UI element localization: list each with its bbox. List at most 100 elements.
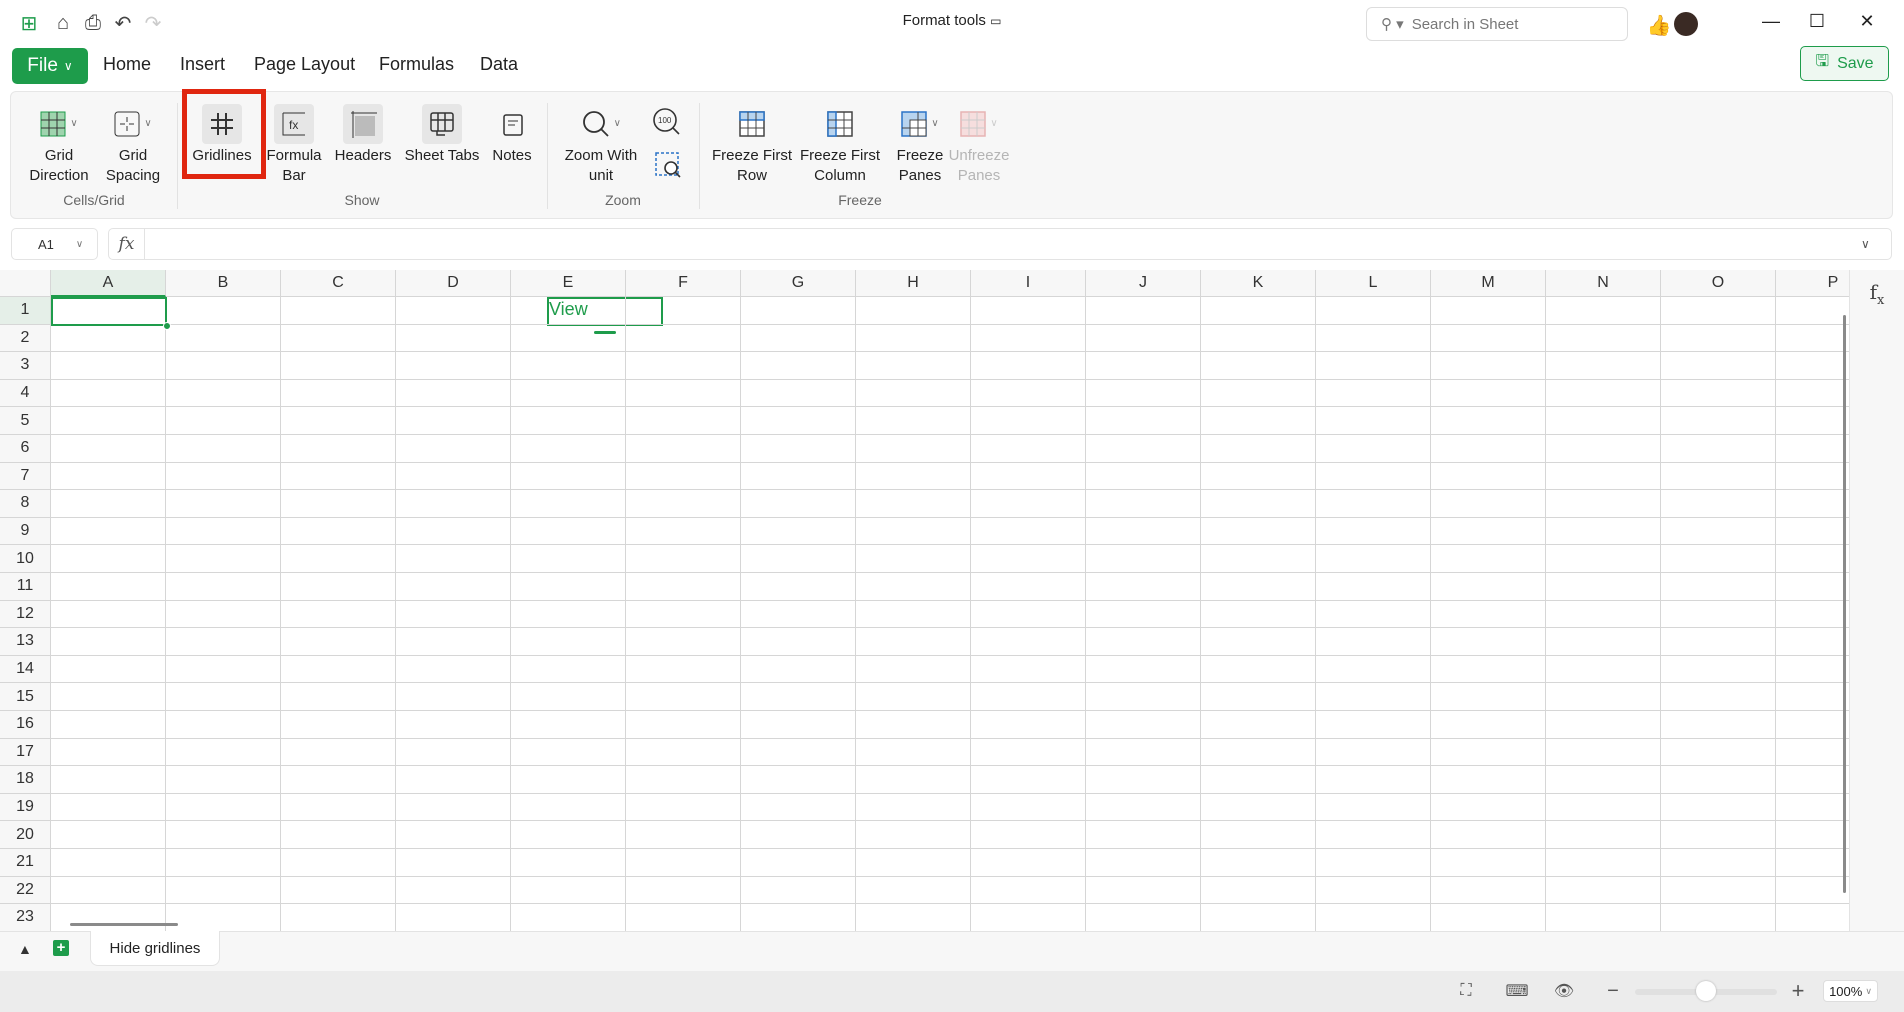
cell-M8[interactable] (1431, 490, 1546, 518)
cell-H7[interactable] (856, 462, 971, 491)
cell-F20[interactable] (626, 821, 741, 849)
row-header-12[interactable]: 12 (0, 600, 51, 629)
cell-O15[interactable] (1661, 683, 1776, 711)
cell-F6[interactable] (626, 435, 741, 463)
cell-D3[interactable] (396, 352, 511, 380)
cell-O8[interactable] (1661, 490, 1776, 518)
vertical-scrollbar[interactable] (1843, 315, 1846, 893)
cell-J20[interactable] (1086, 821, 1201, 849)
row-header-6[interactable]: 6 (0, 435, 51, 463)
fit-screen-icon[interactable]: ⛶ (1453, 978, 1479, 1004)
cell-B22[interactable] (166, 876, 281, 905)
cell-O13[interactable] (1661, 628, 1776, 656)
cell-C11[interactable] (281, 573, 396, 601)
cell-A9[interactable] (51, 517, 166, 546)
row-header-17[interactable]: 17 (0, 738, 51, 767)
cell-F19[interactable] (626, 793, 741, 822)
cell-I13[interactable] (971, 628, 1086, 656)
cell-K1[interactable] (1201, 297, 1316, 325)
cell-E19[interactable] (511, 793, 626, 822)
cell-F13[interactable] (626, 628, 741, 656)
cell-I10[interactable] (971, 545, 1086, 573)
column-header-E[interactable]: E (511, 270, 626, 297)
cell-N23[interactable] (1546, 904, 1661, 931)
cell-H4[interactable] (856, 379, 971, 408)
cell-A3[interactable] (51, 352, 166, 380)
cell-D6[interactable] (396, 435, 511, 463)
cell-E14[interactable] (511, 655, 626, 684)
column-header-B[interactable]: B (166, 270, 281, 297)
tab-home[interactable]: Home (103, 54, 151, 75)
cell-K17[interactable] (1201, 738, 1316, 767)
cell-K10[interactable] (1201, 545, 1316, 573)
spreadsheet-grid[interactable]: A B C D E F G H I J K L M N O P 1 2 3 4 5 6 7 8 9 10 11 12 13 14 15 16 1… (0, 270, 1849, 931)
cell-O21[interactable] (1661, 849, 1776, 877)
cell-J5[interactable] (1086, 407, 1201, 435)
feedback-icon[interactable]: 👍 (1646, 12, 1672, 38)
cell-E21[interactable] (511, 849, 626, 877)
search-input[interactable]: ⚲ ▾ Search in Sheet (1366, 7, 1628, 41)
cell-J23[interactable] (1086, 904, 1201, 931)
cell-K22[interactable] (1201, 876, 1316, 905)
cell-J18[interactable] (1086, 766, 1201, 794)
cell-B8[interactable] (166, 490, 281, 518)
cell-H1[interactable] (856, 297, 971, 325)
cell-A13[interactable] (51, 628, 166, 656)
cell-H9[interactable] (856, 517, 971, 546)
cell-N16[interactable] (1546, 711, 1661, 739)
cell-I22[interactable] (971, 876, 1086, 905)
cell-K21[interactable] (1201, 849, 1316, 877)
cell-P23[interactable] (1776, 904, 1849, 931)
column-header-A[interactable]: A (51, 270, 166, 297)
cell-H21[interactable] (856, 849, 971, 877)
cell-E17[interactable] (511, 738, 626, 767)
cell-N12[interactable] (1546, 600, 1661, 629)
cell-A11[interactable] (51, 573, 166, 601)
cell-F10[interactable] (626, 545, 741, 573)
column-header-L[interactable]: L (1316, 270, 1431, 297)
cell-H13[interactable] (856, 628, 971, 656)
cell-H10[interactable] (856, 545, 971, 573)
cell-P21[interactable] (1776, 849, 1849, 877)
cell-A21[interactable] (51, 849, 166, 877)
cell-M10[interactable] (1431, 545, 1546, 573)
row-header-10[interactable]: 10 (0, 545, 51, 573)
cell-A4[interactable] (51, 379, 166, 408)
cell-G15[interactable] (741, 683, 856, 711)
cell-O5[interactable] (1661, 407, 1776, 435)
freeze-first-row-button[interactable]: Freeze First Row (711, 104, 793, 186)
cell-P14[interactable] (1776, 656, 1849, 684)
cell-F2[interactable] (626, 324, 741, 353)
row-header-5[interactable]: 5 (0, 407, 51, 435)
zoom-slider-knob[interactable] (1696, 981, 1716, 1001)
cell-L11[interactable] (1316, 573, 1431, 601)
cell-I16[interactable] (971, 711, 1086, 739)
cell-N21[interactable] (1546, 849, 1661, 877)
tab-formulas[interactable]: Formulas (379, 54, 454, 75)
cell-L8[interactable] (1316, 490, 1431, 518)
cell-C2[interactable] (281, 324, 396, 353)
cell-F12[interactable] (626, 600, 741, 629)
cell-P17[interactable] (1776, 739, 1849, 767)
horizontal-scrollbar[interactable] (70, 923, 178, 926)
row-header-22[interactable]: 22 (0, 876, 51, 905)
cell-M15[interactable] (1431, 683, 1546, 711)
cell-N6[interactable] (1546, 435, 1661, 463)
cell-M14[interactable] (1431, 655, 1546, 684)
zoom-with-unit-button[interactable]: ∨ Zoom With unit (559, 104, 643, 186)
cell-K4[interactable] (1201, 379, 1316, 408)
sheet-list-up-icon[interactable]: ▲ (18, 941, 32, 957)
cell-D7[interactable] (396, 462, 511, 491)
cell-L6[interactable] (1316, 435, 1431, 463)
cell-D21[interactable] (396, 849, 511, 877)
zoom-100-button[interactable]: 100 (652, 107, 682, 142)
cell-C22[interactable] (281, 876, 396, 905)
cell-G2[interactable] (741, 324, 856, 353)
cell-E10[interactable] (511, 545, 626, 573)
cell-M21[interactable] (1431, 849, 1546, 877)
row-header-16[interactable]: 16 (0, 711, 51, 739)
cell-G1[interactable] (741, 297, 856, 325)
cell-M16[interactable] (1431, 711, 1546, 739)
cell-P1[interactable] (1776, 297, 1849, 325)
cell-K15[interactable] (1201, 683, 1316, 711)
